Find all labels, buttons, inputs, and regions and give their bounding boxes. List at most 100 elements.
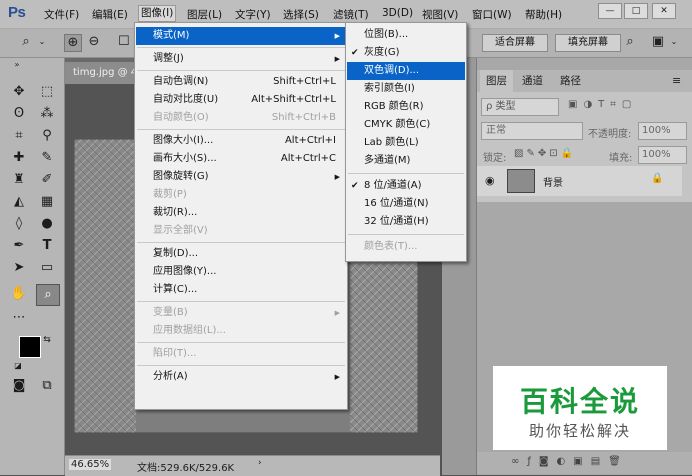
- magic-wand-icon[interactable]: ⁂: [36, 104, 58, 124]
- mode-menu-item[interactable]: Lab 颜色(L): [347, 134, 465, 152]
- mode-menu-item[interactable]: 32 位/通道(H): [347, 213, 465, 231]
- image-menu-item[interactable]: 模式(M) ▶: [136, 27, 346, 45]
- lock-icons[interactable]: ▨✎✥⊡🔒: [514, 148, 576, 159]
- blur-tool-icon[interactable]: ◊: [8, 214, 30, 234]
- lasso-tool-icon[interactable]: ʘ: [8, 104, 30, 124]
- mode-menu-item[interactable]: 多通道(M): [347, 152, 465, 170]
- watermark: 百科全说 助你轻松解决: [493, 366, 667, 450]
- menu-file[interactable]: 文件(F): [44, 7, 79, 22]
- tab-layers[interactable]: 图层: [480, 70, 513, 92]
- opacity-field[interactable]: 100%: [638, 122, 687, 140]
- quick-mask-icon[interactable]: ◙: [8, 376, 30, 396]
- healing-brush-icon[interactable]: ✚: [8, 148, 30, 168]
- zoom-tool-selected-icon[interactable]: ⌕: [36, 284, 60, 306]
- photoshop-logo: Ps: [8, 4, 26, 21]
- tab-channels[interactable]: 通道: [516, 70, 549, 92]
- image-menu-item[interactable]: 调整(J) ▶: [136, 50, 346, 68]
- menu-help[interactable]: 帮助(H): [525, 7, 562, 22]
- watermark-title: 百科全说: [519, 385, 640, 418]
- close-button[interactable]: ✕: [652, 3, 676, 19]
- brush-tool-icon[interactable]: ✎: [36, 148, 58, 168]
- screen-mode-icon[interactable]: ⧉: [36, 376, 58, 396]
- mode-menu-item[interactable]: CMYK 颜色(C): [347, 116, 465, 134]
- image-menu-item[interactable]: 画布大小(S)... Alt+Ctrl+C: [136, 150, 346, 168]
- mode-menu-item[interactable]: 16 位/通道(N): [347, 195, 465, 213]
- pen-tool-icon[interactable]: ✒: [8, 236, 30, 256]
- chevron-right-icon[interactable]: ›: [258, 458, 262, 468]
- image-menu-item[interactable]: 裁切(R)...: [136, 204, 346, 222]
- filter-icons[interactable]: ▣◑T⌗▢: [568, 99, 637, 110]
- tab-paths[interactable]: 路径: [554, 70, 587, 92]
- layer-name[interactable]: 背景: [543, 174, 563, 189]
- image-menu-item: 应用数据组(L)...: [136, 322, 346, 340]
- rectangle-tool-icon[interactable]: ▭: [36, 258, 58, 278]
- checkmark-icon: ✔: [351, 181, 359, 191]
- mode-menu-item[interactable]: 索引颜色(I): [347, 80, 465, 98]
- menu-item-label: RGB 颜色(R): [364, 101, 424, 112]
- clone-stamp-icon[interactable]: ♜: [8, 170, 30, 190]
- more-tools-icon[interactable]: ⋯: [8, 308, 30, 328]
- minimize-button[interactable]: —: [598, 3, 622, 19]
- menu-3d[interactable]: 3D(D): [382, 7, 413, 19]
- mode-menu-item[interactable]: ✔ 灰度(G): [347, 44, 465, 62]
- layer-action-icons[interactable]: ∞ƒ◙◐▣▤🗑: [511, 456, 629, 467]
- layer-row[interactable]: ◉ 背景 🔒: [477, 166, 682, 196]
- fill-field[interactable]: 100%: [638, 146, 687, 164]
- mode-menu-item[interactable]: 位图(B)...: [347, 26, 465, 44]
- image-menu-item[interactable]: 复制(D)...: [136, 245, 346, 263]
- zoom-level[interactable]: 46.65%: [69, 459, 112, 470]
- maximize-button[interactable]: □: [624, 3, 648, 19]
- image-menu-item[interactable]: 计算(C)...: [136, 281, 346, 299]
- hand-tool-icon[interactable]: ✋: [8, 284, 30, 304]
- zoom-tool-icon[interactable]: ⌕: [18, 34, 34, 50]
- menu-type[interactable]: 文字(Y): [235, 7, 271, 22]
- path-select-icon[interactable]: ➤: [8, 258, 30, 278]
- image-menu-item[interactable]: 自动色调(N) Shift+Ctrl+L: [136, 73, 346, 91]
- menu-separator: [348, 234, 464, 235]
- menu-view[interactable]: 视图(V): [422, 7, 458, 22]
- panel-menu-icon[interactable]: ≡: [672, 74, 681, 87]
- eraser-icon[interactable]: ◭: [8, 192, 30, 212]
- crop-tool-icon[interactable]: ⌗: [8, 126, 30, 146]
- menu-select[interactable]: 选择(S): [283, 7, 319, 22]
- mode-menu-item[interactable]: ✔ 8 位/通道(A): [347, 177, 465, 195]
- menu-image[interactable]: 图像(I): [137, 5, 177, 22]
- fill-screen-button[interactable]: 填充屏幕: [555, 34, 621, 52]
- chevron-down-icon[interactable]: ⌄: [34, 34, 50, 50]
- foreground-color-swatch[interactable]: [19, 336, 41, 358]
- menu-edit[interactable]: 编辑(E): [92, 7, 128, 22]
- fit-screen-button[interactable]: 适合屏幕: [482, 34, 548, 52]
- menu-window[interactable]: 窗口(W): [472, 7, 512, 22]
- history-brush-icon[interactable]: ✐: [36, 170, 58, 190]
- collapse-icon[interactable]: »: [6, 60, 28, 70]
- image-menu-item[interactable]: 分析(A) ▶: [136, 368, 346, 386]
- dodge-tool-icon[interactable]: ●: [36, 214, 58, 234]
- kind-filter[interactable]: ρ 类型: [481, 98, 559, 116]
- eye-icon[interactable]: ◉: [485, 174, 495, 187]
- swap-colors-icon[interactable]: ⇆: [40, 330, 54, 350]
- eyedropper-icon[interactable]: ⚲: [36, 126, 58, 146]
- type-tool-icon[interactable]: T: [36, 236, 58, 256]
- menu-item-label: 8 位/通道(A): [364, 180, 422, 191]
- mode-menu-item[interactable]: 双色调(D)...: [347, 62, 465, 80]
- checkbox-icon[interactable]: ☐: [118, 34, 130, 50]
- zoom-out-icon[interactable]: ⊖: [86, 34, 102, 50]
- menu-item-label: 陷印(T)...: [153, 348, 197, 359]
- image-menu-item[interactable]: 图像大小(I)... Alt+Ctrl+I: [136, 132, 346, 150]
- image-menu-item[interactable]: 图像旋转(G) ▶: [136, 168, 346, 186]
- menu-layer[interactable]: 图层(L): [187, 7, 222, 22]
- image-menu-item[interactable]: 应用图像(Y)...: [136, 263, 346, 281]
- menu-filter[interactable]: 滤镜(T): [333, 7, 369, 22]
- chevron-down-icon[interactable]: ⌄: [666, 34, 682, 50]
- move-tool-icon[interactable]: ✥: [8, 82, 30, 102]
- blend-mode-select[interactable]: 正常: [481, 122, 583, 140]
- mode-menu-item: 颜色表(T)...: [347, 238, 465, 256]
- zoom-in-icon[interactable]: ⊕: [64, 34, 82, 52]
- mode-menu-item[interactable]: RGB 颜色(R): [347, 98, 465, 116]
- image-menu-item[interactable]: 自动对比度(U) Alt+Shift+Ctrl+L: [136, 91, 346, 109]
- marquee-tool-icon[interactable]: ⬚: [36, 82, 58, 102]
- gradient-tool-icon[interactable]: ▦: [36, 192, 58, 212]
- default-colors-icon[interactable]: ◪: [12, 356, 24, 376]
- search-icon[interactable]: ⌕: [622, 34, 638, 50]
- workspace-icon[interactable]: ▣: [650, 34, 666, 50]
